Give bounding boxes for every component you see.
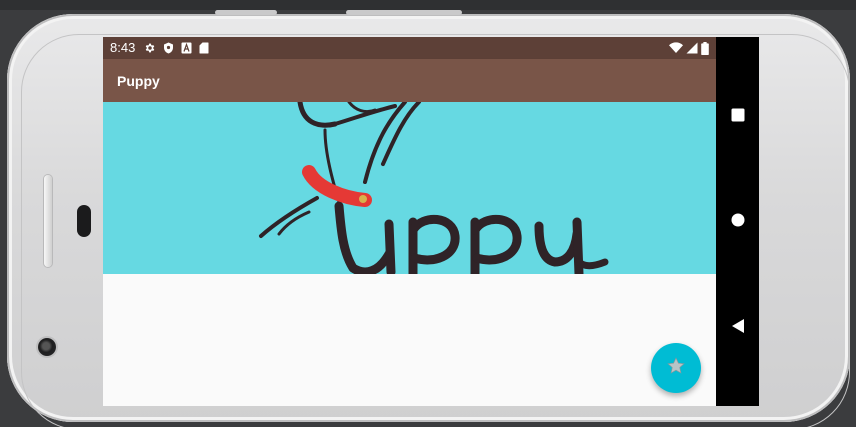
emulator-top-strip (0, 0, 856, 10)
status-icons-left (144, 41, 209, 55)
phone-top-button (346, 10, 462, 15)
app-bar: Puppy (103, 59, 716, 102)
cell-signal-icon (686, 42, 698, 54)
sd-card-icon (199, 42, 209, 54)
home-button[interactable] (716, 201, 759, 241)
wifi-icon (669, 42, 683, 54)
emulator-stage: 8:43 Puppy (0, 0, 856, 427)
front-camera (38, 338, 56, 356)
battery-icon (701, 41, 709, 55)
recents-square-icon (731, 107, 745, 126)
content-area (103, 274, 716, 406)
star-icon (666, 356, 686, 380)
shield-icon (163, 42, 174, 54)
phone-top-button (215, 10, 277, 15)
puppy-logo-illustration (259, 102, 609, 274)
back-triangle-icon (731, 318, 745, 338)
back-button[interactable] (716, 308, 759, 348)
status-icons-right (669, 41, 709, 55)
status-bar: 8:43 (103, 37, 716, 59)
phone-speaker (77, 205, 91, 237)
status-time: 8:43 (110, 40, 136, 55)
recents-button[interactable] (716, 96, 759, 136)
favorite-fab-button[interactable] (651, 343, 701, 393)
hero-image (103, 102, 716, 274)
device-screen: 8:43 Puppy (103, 37, 759, 406)
font-a-icon (181, 42, 192, 54)
gear-icon (144, 42, 156, 54)
phone-side-slider (44, 175, 52, 267)
home-circle-icon (731, 212, 745, 231)
app-title: Puppy (117, 73, 160, 89)
navigation-bar (716, 37, 759, 406)
